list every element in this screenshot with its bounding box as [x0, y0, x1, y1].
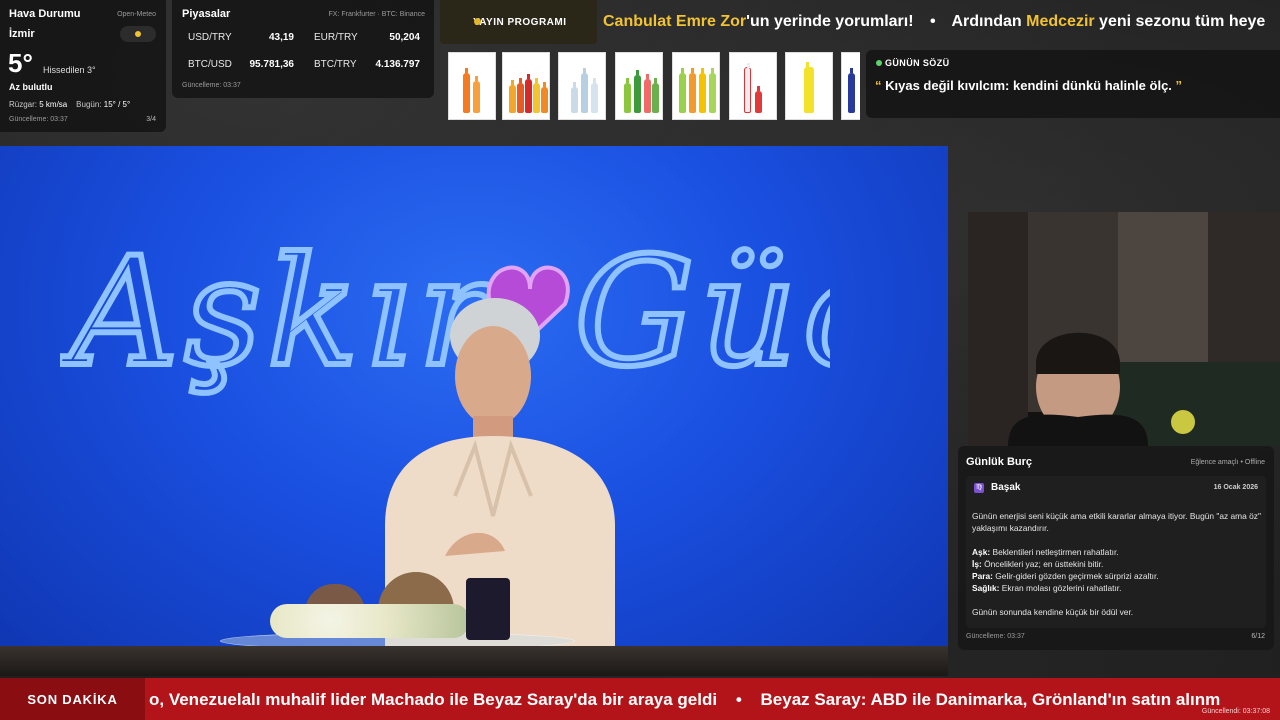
live-dot-icon — [876, 60, 882, 66]
horoscope-intro: Günün enerjisi seni küçük ama etkili kar… — [972, 511, 1261, 533]
horoscope-work: İş: Öncelikleri yaz; en üsttekini bitir. — [972, 559, 1104, 569]
quote-title: GÜNÜN SÖZÜ — [885, 58, 950, 68]
horoscope-updated: Güncelleme: 03:37 — [966, 633, 1025, 640]
horoscope-page-indicator: 6/12 — [1251, 633, 1265, 640]
schedule-text: Canbulat Emre Zor'un yerinde yorumları! … — [603, 13, 1266, 30]
market-label: BTC/TRY — [314, 59, 357, 70]
market-item: BTC/USD 95.781,36 — [182, 54, 300, 76]
webcam-feed — [968, 212, 1280, 446]
product-image — [841, 52, 860, 120]
partly-cloudy-icon — [120, 26, 156, 42]
virgo-icon: ♍ — [974, 483, 984, 493]
breaking-news-text: o, Venezuelalı muhalif lider Machado ile… — [149, 690, 1220, 710]
product-image — [502, 52, 550, 120]
weather-source: Open-Meteo — [117, 11, 156, 18]
mug — [466, 578, 510, 640]
market-label: USD/TRY — [188, 32, 232, 43]
schedule-highlight: Canbulat Emre Zor — [603, 13, 747, 30]
schedule-separator: • — [930, 13, 936, 30]
horoscope-title: Günlük Burç — [966, 456, 1033, 468]
market-value: 4.136.797 — [375, 59, 421, 70]
horoscope-love: Aşk: Beklentileri netleştirmen rahatlatı… — [972, 547, 1119, 557]
horoscope-sign: Başak — [991, 482, 1021, 493]
breaking-separator: • — [735, 690, 742, 709]
weather-widget: Hava Durumu Open-Meteo İzmir 5° Hissedil… — [0, 0, 166, 132]
markets-updated: Güncelleme: 03:37 — [182, 82, 241, 89]
breaking-headline: Beyaz Saray: ABD ile Danimarka, Grönland… — [760, 690, 1221, 709]
schedule-label: YAYIN PROGRAMI — [440, 0, 597, 44]
weather-wind-row: Rüzgar: 5 km/sa Bugün: 15° / 5° — [9, 100, 130, 109]
weather-title: Hava Durumu — [9, 8, 81, 20]
markets-source: FX: Frankfurter · BTC: Binance — [328, 11, 425, 18]
weather-updated: Güncelleme: 03:37 — [9, 116, 68, 123]
market-item: BTC/TRY 4.136.797 — [308, 54, 426, 76]
weather-feels-like: Hissedilen 3° — [43, 65, 96, 75]
horoscope-date: 16 Ocak 2026 — [1213, 484, 1258, 491]
weather-condition: Az bulutlu — [9, 82, 53, 92]
product-image — [729, 52, 777, 120]
product-image — [448, 52, 496, 120]
schedule-highlight: Medcezir — [1026, 13, 1095, 30]
market-label: EUR/TRY — [314, 32, 358, 43]
breaking-updated: Güncellendi: 03:37:08 — [1201, 708, 1270, 715]
quote-text: “ Kıyas değil kıvılcım: kendini dünkü ha… — [875, 78, 1183, 93]
horoscope-card: ♍ Başak 16 Ocak 2026 Günün enerjisi seni… — [966, 476, 1266, 628]
today-label: Bugün: — [76, 100, 102, 109]
horoscope-money: Para: Gelir-gideri gözden geçirmek sürpr… — [972, 571, 1159, 581]
breaking-news-ticker: SON DAKİKA o, Venezuelalı muhalif lider … — [0, 678, 1280, 720]
today-value: 15° / 5° — [103, 100, 131, 109]
breaking-headline: o, Venezuelalı muhalif lider Machado ile… — [149, 690, 718, 709]
schedule-ticker: YAYIN PROGRAMI Canbulat Emre Zor'un yeri… — [440, 0, 1280, 44]
horoscope-health: Sağlık: Ekran molası gözlerini rahatlatı… — [972, 583, 1122, 593]
market-value: 43,19 — [268, 32, 294, 43]
markets-widget: Piyasalar FX: Frankfurter · BTC: Binance… — [172, 0, 434, 98]
weather-city: İzmir — [9, 28, 35, 40]
breaking-news-label: SON DAKİKA — [0, 678, 145, 720]
product-image — [558, 52, 606, 120]
wind-label: Rüzgar: — [9, 100, 38, 109]
markets-title: Piyasalar — [182, 8, 231, 20]
streamer-person — [968, 212, 1280, 446]
wind-value: 5 km/sa — [39, 100, 68, 109]
horoscope-widget: Günlük Burç Eğlence amaçlı • Offline ♍ B… — [958, 446, 1274, 650]
weather-page-indicator: 3/4 — [146, 116, 156, 123]
horoscope-tag: Eğlence amaçlı • Offline — [1190, 459, 1265, 466]
product-image — [672, 52, 720, 120]
market-item: EUR/TRY 50,204 — [308, 27, 426, 49]
product-ad-strip — [446, 50, 860, 122]
schedule-dot-icon — [474, 18, 481, 25]
market-label: BTC/USD — [188, 59, 232, 70]
horoscope-outro: Günün sonunda kendine küçük bir ödül ver… — [972, 607, 1134, 617]
main-video-feed: Aşkın Gücü — [0, 146, 948, 676]
quote-of-the-day: GÜNÜN SÖZÜ “ Kıyas değil kıvılcım: kendi… — [866, 50, 1280, 118]
horoscope-body: Günün enerjisi seni küçük ama etkili kar… — [972, 510, 1262, 618]
flower-arrangement — [270, 604, 470, 638]
market-item: USD/TRY 43,19 — [182, 27, 300, 49]
product-image — [785, 52, 833, 120]
weather-temperature: 5° — [8, 48, 33, 78]
market-value: 95.781,36 — [249, 59, 295, 70]
studio-floor — [0, 646, 948, 676]
market-value: 50,204 — [389, 32, 420, 43]
product-image — [615, 52, 663, 120]
